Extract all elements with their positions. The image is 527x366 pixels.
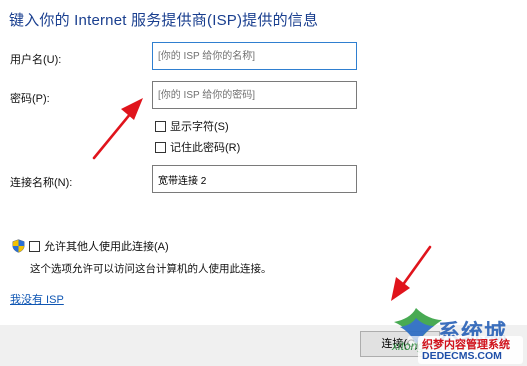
allow-others-checkbox[interactable]: [29, 240, 40, 252]
remember-password-option[interactable]: 记住此密码(R): [155, 139, 240, 155]
connection-name-field[interactable]: [152, 165, 357, 193]
no-isp-link[interactable]: 我没有 ISP: [10, 291, 64, 307]
password-field[interactable]: [152, 81, 357, 109]
red-arrow-icon: [391, 245, 432, 301]
remember-password-checkbox[interactable]: [155, 141, 166, 153]
isp-connection-dialog: 键入你的 Internet 服务提供商(ISP)提供的信息 用户名(U): 密码…: [0, 0, 527, 366]
password-label: 密码(P):: [10, 93, 50, 105]
allow-others-note: 这个选项允许可以访问这台计算机的人使用此连接。: [30, 263, 272, 275]
connection-name-label: 连接名称(N):: [10, 177, 73, 189]
allow-others-label: 允许其他人使用此连接(A): [44, 241, 169, 253]
show-characters-option[interactable]: 显示字符(S): [155, 118, 229, 134]
allow-others-option[interactable]: 允许其他人使用此连接(A): [12, 238, 169, 254]
watermark-badge-url: DEDECMS.COM: [422, 350, 502, 362]
show-characters-label: 显示字符(S): [170, 121, 229, 133]
red-arrow-icon: [92, 98, 143, 160]
username-field[interactable]: [152, 42, 357, 70]
remember-password-label: 记住此密码(R): [170, 142, 241, 154]
page-title: 键入你的 Internet 服务提供商(ISP)提供的信息: [9, 12, 319, 29]
shield-icon: [12, 239, 25, 253]
username-label: 用户名(U):: [10, 54, 62, 66]
show-characters-checkbox[interactable]: [155, 120, 166, 132]
